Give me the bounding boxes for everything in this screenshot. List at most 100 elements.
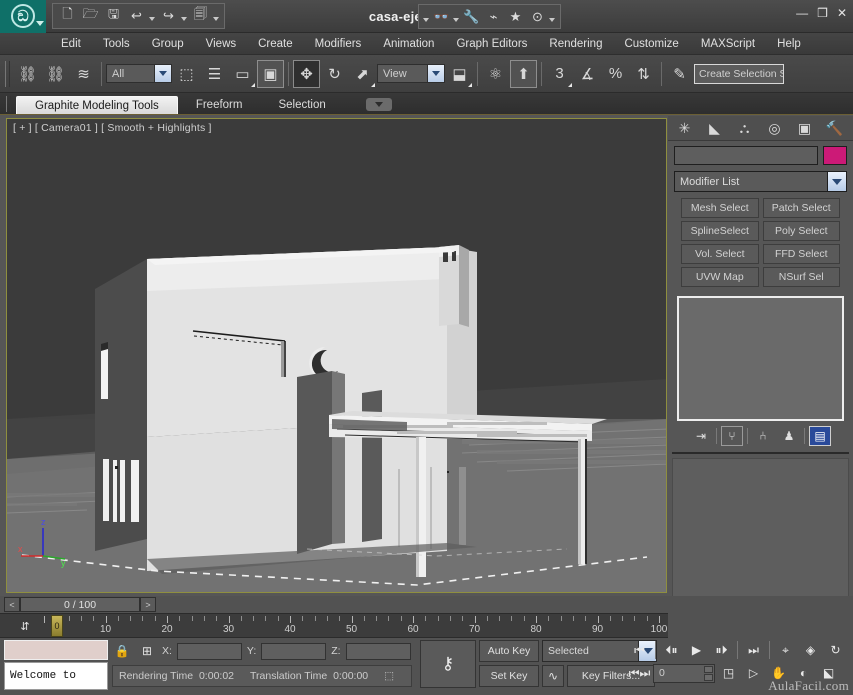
z-coordinate-input[interactable] — [345, 642, 411, 660]
auto-key-button[interactable]: Auto Key — [479, 640, 539, 662]
menu-item-tools[interactable]: Tools — [92, 35, 141, 53]
render-setup-icon[interactable]: ⌁ — [483, 6, 504, 27]
ribbon-tab-graphite-modeling-tools[interactable]: Graphite Modeling Tools — [16, 96, 178, 114]
percent-snap-toggle-icon[interactable]: % — [602, 60, 629, 88]
new-file-icon[interactable]: 🗋 — [57, 6, 78, 27]
redo-chevron-down-icon[interactable] — [181, 17, 187, 21]
go-to-start-icon[interactable]: ⏮ — [628, 640, 651, 660]
search-chevron-down-icon[interactable] — [453, 17, 459, 22]
modifier-stack-list[interactable] — [677, 296, 844, 421]
motion-tab-icon[interactable]: ◎ — [760, 117, 789, 140]
open-mini-curve-editor-icon[interactable]: ⇵ — [14, 617, 36, 636]
modifier-button-vol-select[interactable]: Vol. Select — [681, 244, 759, 264]
hierarchy-tab-icon[interactable]: ⛬ — [730, 117, 759, 140]
chevron-down-icon[interactable] — [827, 172, 846, 191]
open-file-icon[interactable]: 🗁 — [80, 6, 101, 27]
selection-lock-icon[interactable]: 🔒 — [112, 642, 132, 661]
field-of-view-icon[interactable]: ↻ — [824, 640, 847, 660]
make-unique-icon[interactable]: ⑃ — [752, 426, 774, 446]
show-end-result-icon[interactable]: ⑂ — [721, 426, 743, 446]
ribbon-grip[interactable] — [6, 96, 11, 112]
x-coordinate-input[interactable] — [176, 642, 242, 660]
frame-counter[interactable]: 0 / 100 — [20, 597, 140, 612]
menu-item-views[interactable]: Views — [195, 35, 247, 53]
menu-item-graph-editors[interactable]: Graph Editors — [445, 35, 538, 53]
go-to-end-icon[interactable]: ⏭ — [742, 640, 765, 660]
modifier-button-nsurf-sel[interactable]: NSurf Sel — [762, 267, 840, 287]
modify-tab-icon[interactable]: ◣ — [700, 117, 729, 140]
create-tab-icon[interactable]: ✳ — [670, 117, 699, 140]
timeline-ruler[interactable]: 10 20 30 40 50 60 70 80 90 100 — [44, 614, 668, 637]
arc-rotate-icon[interactable]: ▷ — [742, 663, 765, 683]
time-configuration-icon[interactable]: ◳ — [717, 663, 740, 683]
modifier-button-splineselect[interactable]: SplineSelect — [681, 221, 759, 241]
snap-3d-icon[interactable]: 3 — [546, 60, 573, 88]
chevron-down-icon[interactable] — [36, 20, 44, 26]
zoom-extents-icon[interactable]: ◈ — [799, 640, 822, 660]
configure-modifier-sets-icon[interactable]: ▤ — [809, 426, 831, 446]
selection-filter-dropdown[interactable]: All — [106, 64, 172, 83]
utilities-tab-icon[interactable]: 🔨 — [820, 117, 849, 140]
default-in-out-tangents-icon[interactable]: ∿ — [542, 665, 564, 687]
track-bar[interactable]: ⇵ 10 20 30 40 50 60 70 80 90 100 0 — [0, 613, 668, 638]
reference-coordinate-dropdown[interactable]: View — [377, 64, 445, 83]
menu-item-create[interactable]: Create — [247, 35, 304, 53]
close-icon[interactable]: ✕ — [837, 7, 847, 19]
menu-item-animation[interactable]: Animation — [372, 35, 445, 53]
maxscript-prompt-field[interactable] — [4, 640, 108, 660]
chevron-down-icon[interactable] — [154, 65, 171, 82]
redo-icon[interactable]: ↪ — [158, 6, 179, 27]
help-chevron-down-icon[interactable] — [549, 17, 555, 22]
modifier-button-mesh-select[interactable]: Mesh Select — [681, 198, 759, 218]
remove-modifier-icon[interactable]: ♟ — [778, 426, 800, 446]
modifier-button-patch-select[interactable]: Patch Select — [762, 198, 840, 218]
object-color-swatch[interactable] — [823, 146, 847, 165]
help-icon[interactable]: ⊙ — [527, 6, 548, 27]
qat-chevron-down-icon[interactable] — [213, 17, 219, 21]
menu-item-modifiers[interactable]: Modifiers — [304, 35, 373, 53]
modifier-button-ffd-select[interactable]: FFD Select — [762, 244, 840, 264]
pin-stack-icon[interactable]: ⇥ — [690, 426, 712, 446]
save-file-icon[interactable]: 🖫 — [103, 6, 124, 27]
modifier-button-uvw-map[interactable]: UVW Map — [681, 267, 759, 287]
bind-to-space-warp-icon[interactable]: ≋ — [70, 60, 97, 88]
time-slider[interactable]: 0 — [51, 615, 63, 637]
menu-item-group[interactable]: Group — [141, 35, 195, 53]
previous-frame-button[interactable]: < — [4, 597, 20, 612]
play-animation-icon[interactable]: ▶ — [685, 640, 708, 660]
select-and-move-icon[interactable]: ✥ — [293, 59, 320, 88]
set-keys-key-icon[interactable]: ⚷ — [420, 640, 476, 688]
select-by-name-icon[interactable]: ☰ — [201, 60, 228, 88]
y-coordinate-input[interactable] — [261, 642, 327, 660]
rectangular-selection-region-icon[interactable]: ▭ — [229, 60, 256, 88]
set-key-button[interactable]: Set Key — [479, 665, 539, 687]
current-frame-spinner[interactable]: 0 — [653, 663, 715, 683]
display-tab-icon[interactable]: ▣ — [790, 117, 819, 140]
modifier-button-poly-select[interactable]: Poly Select — [762, 221, 840, 241]
toolbar-grip[interactable] — [5, 60, 10, 87]
previous-frame-icon[interactable]: ⏴⏸ — [660, 640, 683, 660]
3ds-max-logo-button[interactable]: ඞ — [0, 0, 46, 33]
window-crossing-icon[interactable]: ▣ — [257, 59, 284, 88]
spinner-arrows-icon[interactable] — [704, 665, 713, 681]
unlink-selection-icon[interactable]: ⛓ — [42, 60, 69, 88]
menu-item-customize[interactable]: Customize — [613, 35, 689, 53]
undo-chevron-down-icon[interactable] — [149, 17, 155, 21]
maxscript-listener-text[interactable]: Welcome to — [4, 662, 108, 690]
menu-item-help[interactable]: Help — [766, 35, 812, 53]
ribbon-tab-freeform[interactable]: Freeform — [178, 96, 261, 114]
qat-right-chevron-icon[interactable] — [423, 17, 429, 22]
key-mode-toggle-icon[interactable]: ⏮⏭ — [628, 663, 651, 683]
select-and-rotate-icon[interactable]: ↻ — [321, 60, 348, 88]
spinner-snap-toggle-icon[interactable]: ⇅ — [630, 60, 657, 88]
angle-snap-toggle-icon[interactable]: ∡ — [574, 60, 601, 88]
maximize-icon[interactable]: ❒ — [817, 7, 828, 19]
viewport-camera01[interactable]: [ + ] [ Camera01 ] [ Smooth + Highlights… — [6, 118, 667, 593]
ribbon-chevron-down-icon[interactable] — [365, 98, 392, 111]
snaps-toggle-icon[interactable]: ⬆ — [510, 59, 537, 88]
modifier-list-dropdown[interactable]: Modifier List — [674, 171, 847, 192]
minimize-icon[interactable]: — — [796, 7, 808, 19]
absolute-relative-mode-icon[interactable]: ⊞ — [137, 642, 157, 661]
use-pivot-point-center-icon[interactable]: ⬓ — [446, 60, 473, 88]
zoom-icon[interactable]: ⌖ — [774, 640, 797, 660]
